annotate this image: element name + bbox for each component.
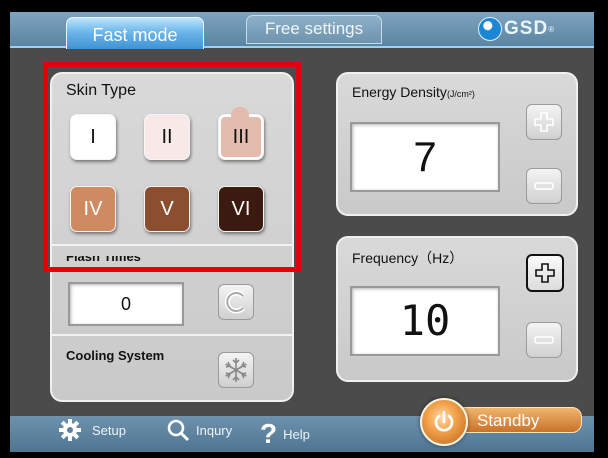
setup-button[interactable]: Setup (58, 418, 126, 442)
plus-icon (534, 112, 554, 132)
energy-density-value: 7 (350, 122, 500, 192)
device-screen: Fast mode Free settings GSD ® Skin Type … (10, 12, 594, 452)
logo-circle-icon (478, 17, 502, 41)
flash-times-value: 0 (68, 282, 184, 326)
energy-increase-button[interactable] (526, 104, 562, 140)
gear-icon (59, 419, 81, 441)
tab-fast-mode[interactable]: Fast mode (66, 17, 204, 49)
divider (52, 334, 292, 336)
help-icon: ? (260, 418, 278, 449)
skin-type-highlight-frame (43, 62, 301, 272)
power-icon (420, 398, 468, 446)
energy-decrease-button[interactable] (526, 168, 562, 204)
frequency-label: Frequency（Hz） (352, 250, 464, 266)
tab-free-settings[interactable]: Free settings (246, 15, 382, 44)
energy-density-title: Energy Density(J/cm²) (352, 84, 475, 100)
inquiry-button[interactable]: Inqury (166, 418, 232, 442)
logo-text: GSD (504, 18, 549, 39)
frequency-decrease-button[interactable] (526, 322, 562, 358)
frequency-value: 10 (350, 286, 500, 356)
energy-density-label: Energy Density (352, 84, 447, 100)
cooling-system-label: Cooling System (66, 348, 165, 363)
plus-icon (535, 263, 555, 283)
help-button[interactable]: ? Help (260, 418, 310, 450)
snowflake-icon (225, 358, 247, 382)
frequency-increase-button[interactable] (526, 254, 564, 292)
minus-icon (534, 336, 554, 344)
standby-button[interactable]: Standby (416, 398, 586, 446)
help-label: Help (283, 426, 310, 442)
energy-density-unit: (J/cm²) (446, 89, 475, 99)
reset-icon (224, 290, 245, 314)
search-icon (167, 419, 190, 442)
logo-registered-mark: ® (548, 24, 555, 34)
top-bar: Fast mode Free settings GSD ® (10, 12, 594, 49)
energy-density-panel: Energy Density(J/cm²) 7 (336, 72, 578, 216)
reset-counter-button[interactable] (218, 284, 254, 320)
setup-label: Setup (92, 422, 126, 438)
frequency-panel: Frequency（Hz） 10 (336, 236, 578, 382)
inquiry-label: Inqury (196, 422, 233, 438)
minus-icon (534, 182, 554, 190)
brand-logo: GSD ® (478, 17, 554, 41)
standby-label: Standby (454, 407, 582, 433)
cooling-toggle-button[interactable] (218, 352, 254, 388)
